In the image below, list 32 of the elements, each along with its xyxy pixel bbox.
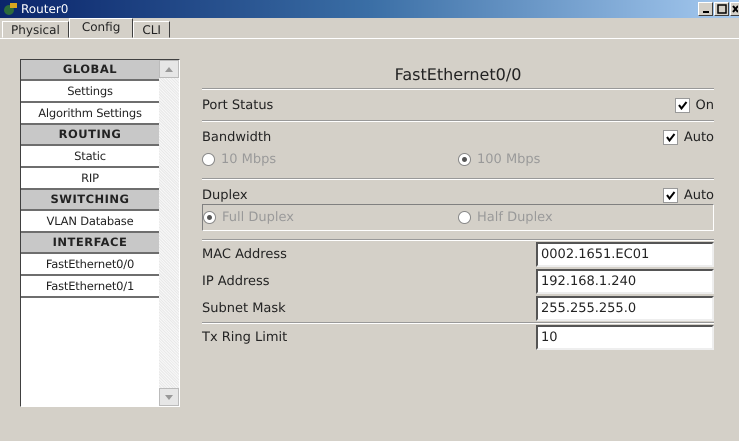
section-header: ROUTING bbox=[21, 125, 159, 146]
window-title: Router0 bbox=[21, 2, 68, 16]
tab[interactable]: CLI bbox=[133, 21, 170, 38]
maximize-button[interactable] bbox=[714, 2, 729, 16]
panel-title: FastEthernet0/0 bbox=[394, 65, 522, 86]
maximize-icon bbox=[716, 4, 726, 14]
checkmark-icon bbox=[664, 132, 676, 142]
field-label: Tx Ring Limit bbox=[202, 330, 288, 345]
input-field[interactable]: 192.168.1.240 bbox=[536, 269, 714, 294]
close-button[interactable] bbox=[730, 2, 739, 16]
input-field[interactable]: 255.255.255.0 bbox=[536, 296, 714, 321]
input-field[interactable]: 0002.1651.EC01 bbox=[536, 242, 714, 267]
field-label: MAC Address bbox=[202, 247, 287, 262]
field-label: IP Address bbox=[202, 274, 270, 289]
down-arrow-icon bbox=[165, 394, 173, 400]
up-arrow-icon bbox=[165, 66, 173, 72]
field-label: Port Status bbox=[202, 98, 274, 112]
on-checkbox[interactable]: On bbox=[674, 98, 714, 112]
section-header: SWITCHING bbox=[21, 190, 159, 211]
field-label: Duplex bbox=[202, 188, 248, 202]
section-header: INTERFACE bbox=[21, 233, 159, 254]
checkmark-icon bbox=[664, 190, 676, 200]
minimize-button[interactable] bbox=[698, 2, 713, 16]
minimize-icon bbox=[702, 11, 708, 13]
input-field[interactable]: 10 bbox=[536, 325, 714, 350]
field-label: Bandwidth bbox=[202, 130, 272, 144]
tab[interactable]: Physical bbox=[2, 21, 69, 38]
field-label: Subnet Mask bbox=[202, 301, 286, 316]
section-header: GLOBAL bbox=[21, 60, 159, 81]
tab[interactable]: Config bbox=[68, 18, 134, 38]
close-icon bbox=[732, 4, 738, 14]
checkmark-icon bbox=[676, 100, 688, 110]
